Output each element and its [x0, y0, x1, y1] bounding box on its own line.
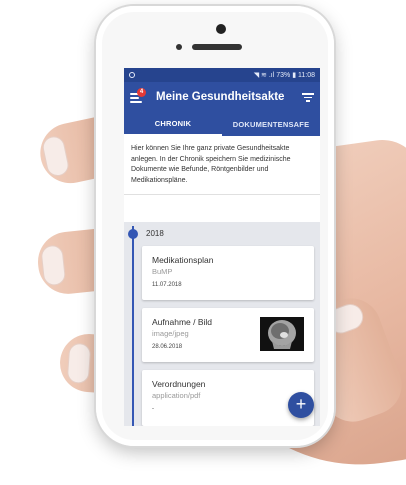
app-bar: 4 Meine Gesundheitsakte	[124, 82, 320, 112]
status-bar: ◥ ≋ .ıl 73% ▮ 11:08	[124, 68, 320, 82]
timeline-year: 2018	[146, 229, 164, 238]
tab-bar: CHRONIK DOKUMENTENSAFE	[124, 112, 320, 136]
timeline-card[interactable]: Medikationsplan BuMP 11.07.2018	[142, 246, 314, 300]
tab-chronik[interactable]: CHRONIK	[124, 112, 222, 136]
phone-screen: ◥ ≋ .ıl 73% ▮ 11:08 4 Meine Gesundheitsa…	[124, 68, 320, 426]
filter-icon[interactable]	[302, 92, 314, 102]
card-subtitle: image/jpeg	[152, 329, 189, 338]
card-date: 11.07.2018	[152, 282, 182, 288]
tab-dokumentensafe[interactable]: DOKUMENTENSAFE	[222, 112, 320, 136]
timeline-card[interactable]: Verordnungen application/pdf -	[142, 370, 314, 426]
menu-icon-line	[130, 101, 142, 103]
card-subtitle: application/pdf	[152, 391, 201, 400]
menu-button[interactable]: 4	[130, 88, 146, 103]
fingernail	[66, 342, 92, 385]
status-icon	[129, 72, 135, 78]
card-title: Verordnungen	[152, 379, 206, 389]
plus-icon: +	[295, 394, 307, 414]
xray-thumbnail	[260, 317, 304, 351]
status-indicators: ◥ ≋ .ıl 73% ▮ 11:08	[253, 72, 315, 79]
card-subtitle: BuMP	[152, 267, 173, 276]
timeline-line	[132, 226, 134, 426]
menu-icon-line	[130, 97, 139, 99]
timeline-card[interactable]: Aufnahme / Bild image/jpeg 28.06.2018	[142, 308, 314, 362]
add-document-button[interactable]: +	[288, 392, 314, 418]
intro-text: Hier können Sie Ihre ganz private Gesund…	[124, 136, 320, 195]
notification-badge: 4	[137, 88, 146, 97]
card-title: Aufnahme / Bild	[152, 317, 213, 327]
sensor-dot	[176, 44, 182, 50]
fingernail	[40, 134, 71, 179]
card-date: -	[152, 406, 154, 412]
app-title: Meine Gesundheitsakte	[156, 91, 285, 103]
card-date: 28.06.2018	[152, 344, 183, 350]
timeline-dot	[128, 229, 138, 239]
earpiece-speaker	[192, 44, 242, 50]
front-camera	[216, 24, 226, 34]
fingernail	[40, 244, 67, 287]
card-title: Medikationsplan	[152, 255, 214, 265]
